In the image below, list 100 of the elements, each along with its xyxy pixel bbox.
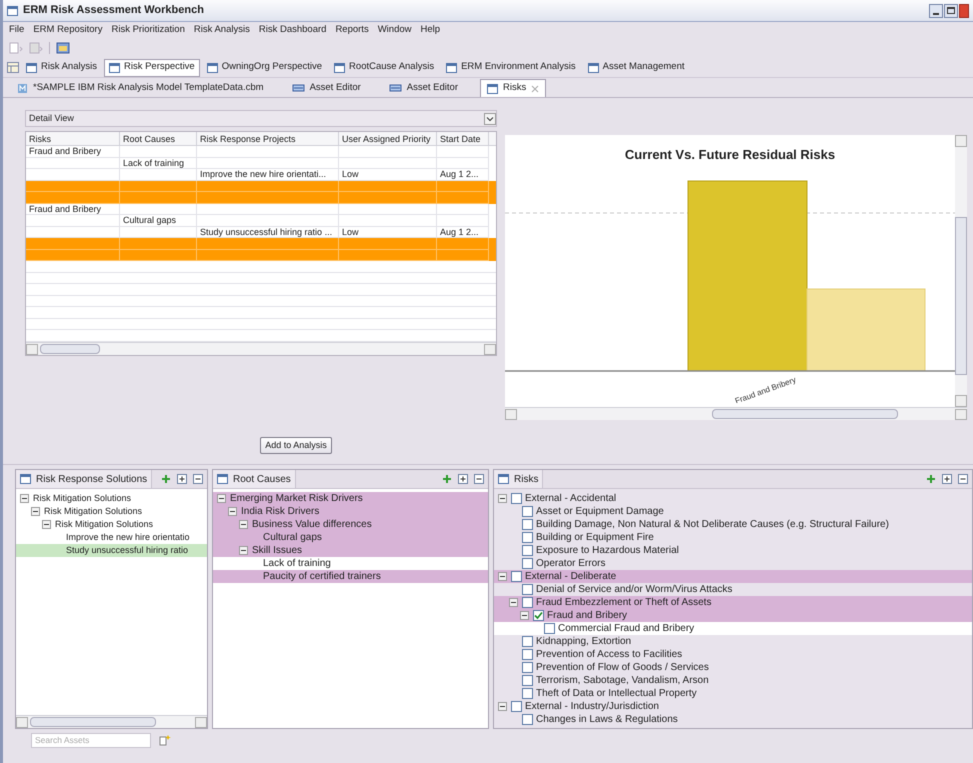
add-to-analysis-button[interactable]: Add to Analysis bbox=[260, 437, 332, 454]
tree-item[interactable]: Asset or Equipment Damage bbox=[494, 505, 972, 518]
checkbox[interactable] bbox=[522, 714, 533, 725]
tree-item[interactable]: Business Value differences bbox=[213, 518, 488, 531]
add-icon[interactable] bbox=[926, 474, 936, 484]
tree-item[interactable]: External - Deliberate bbox=[494, 570, 972, 583]
menu-item[interactable]: Risk Prioritization bbox=[111, 22, 185, 38]
editor-tab[interactable]: Asset Editor bbox=[382, 79, 464, 97]
column-header[interactable]: User Assigned Priority bbox=[339, 132, 437, 145]
collapse-all-icon[interactable] bbox=[958, 474, 968, 484]
checkbox[interactable] bbox=[522, 675, 533, 686]
tree-item[interactable]: Skill Issues bbox=[213, 544, 488, 557]
close-icon[interactable] bbox=[531, 84, 540, 92]
tree-item[interactable]: Risk Mitigation Solutions bbox=[16, 505, 207, 518]
table-row[interactable]: Fraud and Bribery bbox=[26, 146, 496, 158]
checkbox[interactable] bbox=[522, 636, 533, 647]
collapse-icon[interactable] bbox=[217, 494, 226, 503]
table-row[interactable]: Fraud and Bribery bbox=[26, 204, 496, 215]
expand-all-icon[interactable] bbox=[177, 474, 187, 484]
tree-item[interactable]: Cultural gaps bbox=[213, 531, 488, 544]
collapse-all-icon[interactable] bbox=[474, 474, 484, 484]
tree-item[interactable]: Prevention of Access to Facilities bbox=[494, 648, 972, 661]
collapse-icon[interactable] bbox=[498, 494, 507, 503]
panel-tab[interactable]: Risks bbox=[494, 470, 544, 488]
checkbox[interactable] bbox=[511, 493, 522, 504]
collapse-icon[interactable] bbox=[520, 611, 529, 620]
editor-tab[interactable]: *SAMPLE IBM Risk Analysis Model TemplateData.cbm bbox=[11, 79, 270, 97]
collapse-icon[interactable] bbox=[228, 507, 237, 516]
maximize-button[interactable] bbox=[944, 4, 958, 18]
view-dropdown[interactable]: Detail View bbox=[25, 110, 497, 127]
checkbox[interactable] bbox=[522, 688, 533, 699]
horizontal-scrollbar[interactable] bbox=[16, 715, 207, 728]
menu-item[interactable]: Risk Dashboard bbox=[258, 22, 326, 38]
checkbox[interactable] bbox=[522, 662, 533, 673]
checkbox[interactable] bbox=[522, 519, 533, 530]
collapse-icon[interactable] bbox=[20, 494, 29, 503]
editor-tab[interactable]: Asset Editor bbox=[286, 79, 367, 97]
tree-item[interactable]: Fraud and Bribery bbox=[494, 609, 972, 622]
chart-horizontal-scrollbar[interactable] bbox=[505, 407, 967, 420]
fast-view-icon[interactable] bbox=[159, 734, 171, 746]
checkbox[interactable] bbox=[522, 558, 533, 569]
collapse-icon[interactable] bbox=[239, 520, 248, 529]
horizontal-scrollbar[interactable] bbox=[26, 342, 496, 355]
collapse-icon[interactable] bbox=[239, 546, 248, 555]
table-row[interactable]: Lack of training bbox=[26, 158, 496, 169]
window-icon[interactable] bbox=[56, 42, 70, 54]
panel-tab[interactable]: Root Causes bbox=[213, 470, 296, 488]
checkbox[interactable] bbox=[522, 545, 533, 556]
editor-tab[interactable]: Risks bbox=[480, 79, 546, 97]
vertical-scrollbar[interactable] bbox=[955, 135, 967, 407]
panel-tab[interactable]: Risk Response Solutions bbox=[16, 470, 152, 488]
column-header[interactable]: Risk Response Projects bbox=[197, 132, 339, 145]
tree-item[interactable]: Risk Mitigation Solutions bbox=[16, 492, 207, 505]
checkbox[interactable] bbox=[511, 701, 522, 712]
column-header[interactable]: Start Date bbox=[437, 132, 489, 145]
tree-item[interactable]: External - Industry/Jurisdiction bbox=[494, 700, 972, 713]
minimize-button[interactable] bbox=[929, 4, 943, 18]
open-perspective-icon[interactable] bbox=[7, 62, 19, 73]
tree-item[interactable]: Study unsuccessful hiring ratio bbox=[16, 544, 207, 557]
perspective-tab[interactable]: Risk Perspective bbox=[104, 58, 200, 76]
tree-item[interactable]: Commercial Fraud and Bribery bbox=[494, 622, 972, 635]
tree-item[interactable]: Changes in Laws & Regulations bbox=[494, 713, 972, 726]
checkbox[interactable] bbox=[522, 597, 533, 608]
tree-item[interactable]: Fraud Embezzlement or Theft of Assets bbox=[494, 596, 972, 609]
tree-item[interactable]: Kidnapping, Extortion bbox=[494, 635, 972, 648]
menu-item[interactable]: Reports bbox=[335, 22, 369, 38]
tree-item[interactable]: Risk Mitigation Solutions bbox=[16, 518, 207, 531]
collapse-icon[interactable] bbox=[509, 598, 518, 607]
perspective-tab[interactable]: RootCause Analysis bbox=[329, 58, 440, 76]
menu-item[interactable]: File bbox=[9, 22, 24, 38]
collapse-icon[interactable] bbox=[31, 507, 40, 516]
checkbox[interactable] bbox=[544, 623, 555, 634]
checkbox[interactable] bbox=[522, 584, 533, 595]
tree-item[interactable]: Building or Equipment Fire bbox=[494, 531, 972, 544]
column-header[interactable]: Root Causes bbox=[120, 132, 197, 145]
menu-item[interactable]: Window bbox=[378, 22, 412, 38]
tree-item[interactable]: Exposure to Hazardous Material bbox=[494, 544, 972, 557]
menu-item[interactable]: Help bbox=[420, 22, 440, 38]
perspective-tab[interactable]: Asset Management bbox=[582, 58, 690, 76]
tree-item[interactable]: Theft of Data or Intellectual Property bbox=[494, 687, 972, 700]
tree-item[interactable]: Operator Errors bbox=[494, 557, 972, 570]
tree-item[interactable]: Prevention of Flow of Goods / Services bbox=[494, 661, 972, 674]
tree-item[interactable]: Improve the new hire orientatio bbox=[16, 531, 207, 544]
close-button[interactable] bbox=[959, 4, 969, 18]
add-icon[interactable] bbox=[442, 474, 452, 484]
checkbox[interactable] bbox=[522, 506, 533, 517]
checkbox[interactable] bbox=[522, 649, 533, 660]
tree-item[interactable]: India Risk Drivers bbox=[213, 505, 488, 518]
perspective-tab[interactable]: OwningOrg Perspective bbox=[202, 58, 328, 76]
tree-item[interactable]: Lack of training bbox=[213, 557, 488, 570]
tree-item[interactable]: Building Damage, Non Natural & Not Deliberate Causes (e.g. Structural Failure) bbox=[494, 518, 972, 531]
collapse-icon[interactable] bbox=[42, 520, 51, 529]
checkbox[interactable] bbox=[511, 571, 522, 582]
search-field[interactable]: Search Assets bbox=[31, 732, 151, 748]
menu-item[interactable]: ERM Repository bbox=[33, 22, 102, 38]
tree-item[interactable]: Denial of Service and/or Worm/Virus Attacks bbox=[494, 583, 972, 596]
collapse-icon[interactable] bbox=[498, 702, 507, 711]
perspective-tab[interactable]: Risk Analysis bbox=[21, 58, 102, 76]
column-header[interactable]: Risks bbox=[26, 132, 120, 145]
expand-all-icon[interactable] bbox=[458, 474, 468, 484]
